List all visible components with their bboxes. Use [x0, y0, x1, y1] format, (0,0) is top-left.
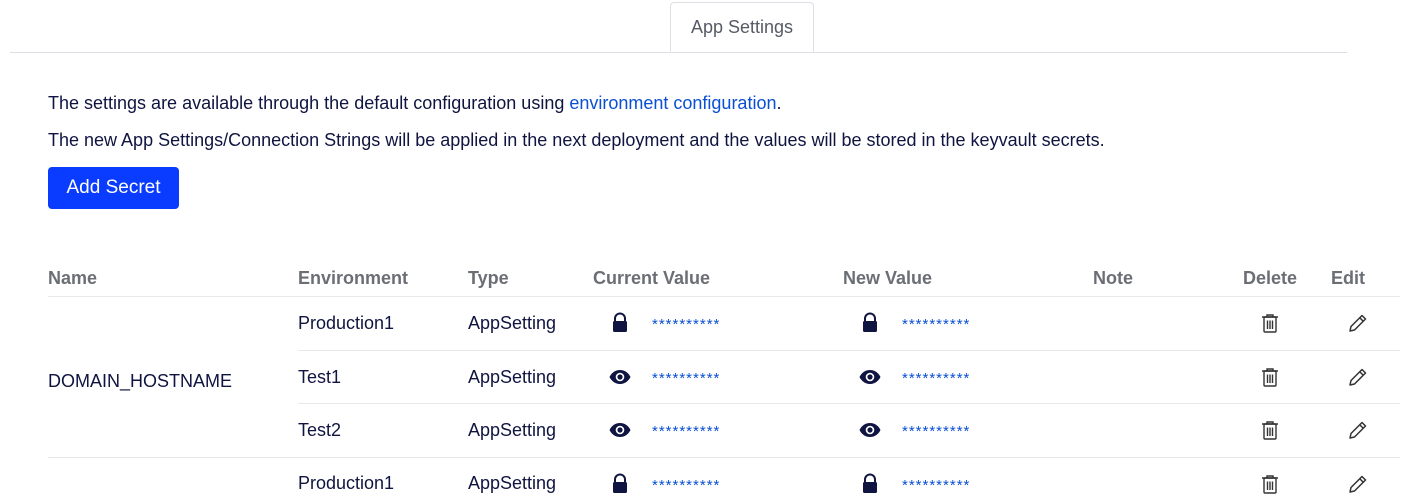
pencil-icon[interactable] [1346, 472, 1370, 496]
lock-icon [858, 311, 882, 335]
current-value-masked: ********** [652, 423, 721, 440]
column-header-name: Name [48, 268, 98, 288]
row-divider [298, 403, 1400, 404]
pencil-icon[interactable] [1346, 365, 1370, 389]
pencil-icon[interactable] [1346, 311, 1370, 335]
info-text-configuration: The settings are available through the d… [48, 93, 781, 114]
row-environment: Test2 [298, 420, 342, 440]
row-environment: Test1 [298, 367, 342, 387]
secret-name: DOMAIN_HOSTNAME [48, 371, 233, 391]
info-text-deployment: The new App Settings/Connection Strings … [48, 130, 1105, 150]
current-value-masked: ********** [652, 316, 721, 333]
eye-icon[interactable] [858, 365, 882, 389]
lock-icon [608, 311, 632, 335]
row-environment: Production1 [298, 313, 395, 333]
trash-icon[interactable] [1258, 472, 1282, 496]
new-value-masked: ********** [902, 316, 971, 333]
row-type: AppSetting [468, 420, 557, 440]
trash-icon[interactable] [1258, 311, 1282, 335]
column-header-new-value: New Value [843, 268, 933, 288]
pencil-icon[interactable] [1346, 418, 1370, 442]
current-value-masked: ********** [652, 477, 721, 494]
eye-icon[interactable] [608, 418, 632, 442]
column-header-edit: Edit [1331, 268, 1365, 288]
trash-icon[interactable] [1258, 365, 1282, 389]
column-header-note: Note [1093, 268, 1133, 288]
lock-icon [858, 472, 882, 496]
row-environment: Production1 [298, 473, 395, 493]
eye-icon[interactable] [608, 365, 632, 389]
environment-configuration-link[interactable]: environment configuration [569, 93, 776, 113]
tab-bar: App Settings [10, 0, 1347, 53]
row-type: AppSetting [468, 313, 557, 333]
new-value-masked: ********** [902, 423, 971, 440]
column-header-delete: Delete [1243, 268, 1298, 288]
lock-icon [608, 472, 632, 496]
add-secret-button[interactable]: Add Secret [48, 167, 179, 209]
info-text-suffix: . [776, 93, 782, 113]
new-value-masked: ********** [902, 477, 971, 494]
new-value-masked: ********** [902, 370, 971, 387]
row-divider [298, 350, 1400, 351]
column-header-environment: Environment [298, 268, 409, 288]
row-type: AppSetting [468, 473, 557, 493]
trash-icon[interactable] [1258, 418, 1282, 442]
header-divider [48, 296, 1400, 297]
column-header-type: Type [468, 268, 509, 288]
column-header-current-value: Current Value [593, 268, 711, 288]
row-type: AppSetting [468, 367, 557, 387]
current-value-masked: ********** [652, 370, 721, 387]
info-text-prefix: The settings are available through the d… [48, 93, 570, 113]
group-divider [48, 457, 1400, 458]
tab-app-settings[interactable]: App Settings [670, 2, 814, 52]
eye-icon[interactable] [858, 418, 882, 442]
